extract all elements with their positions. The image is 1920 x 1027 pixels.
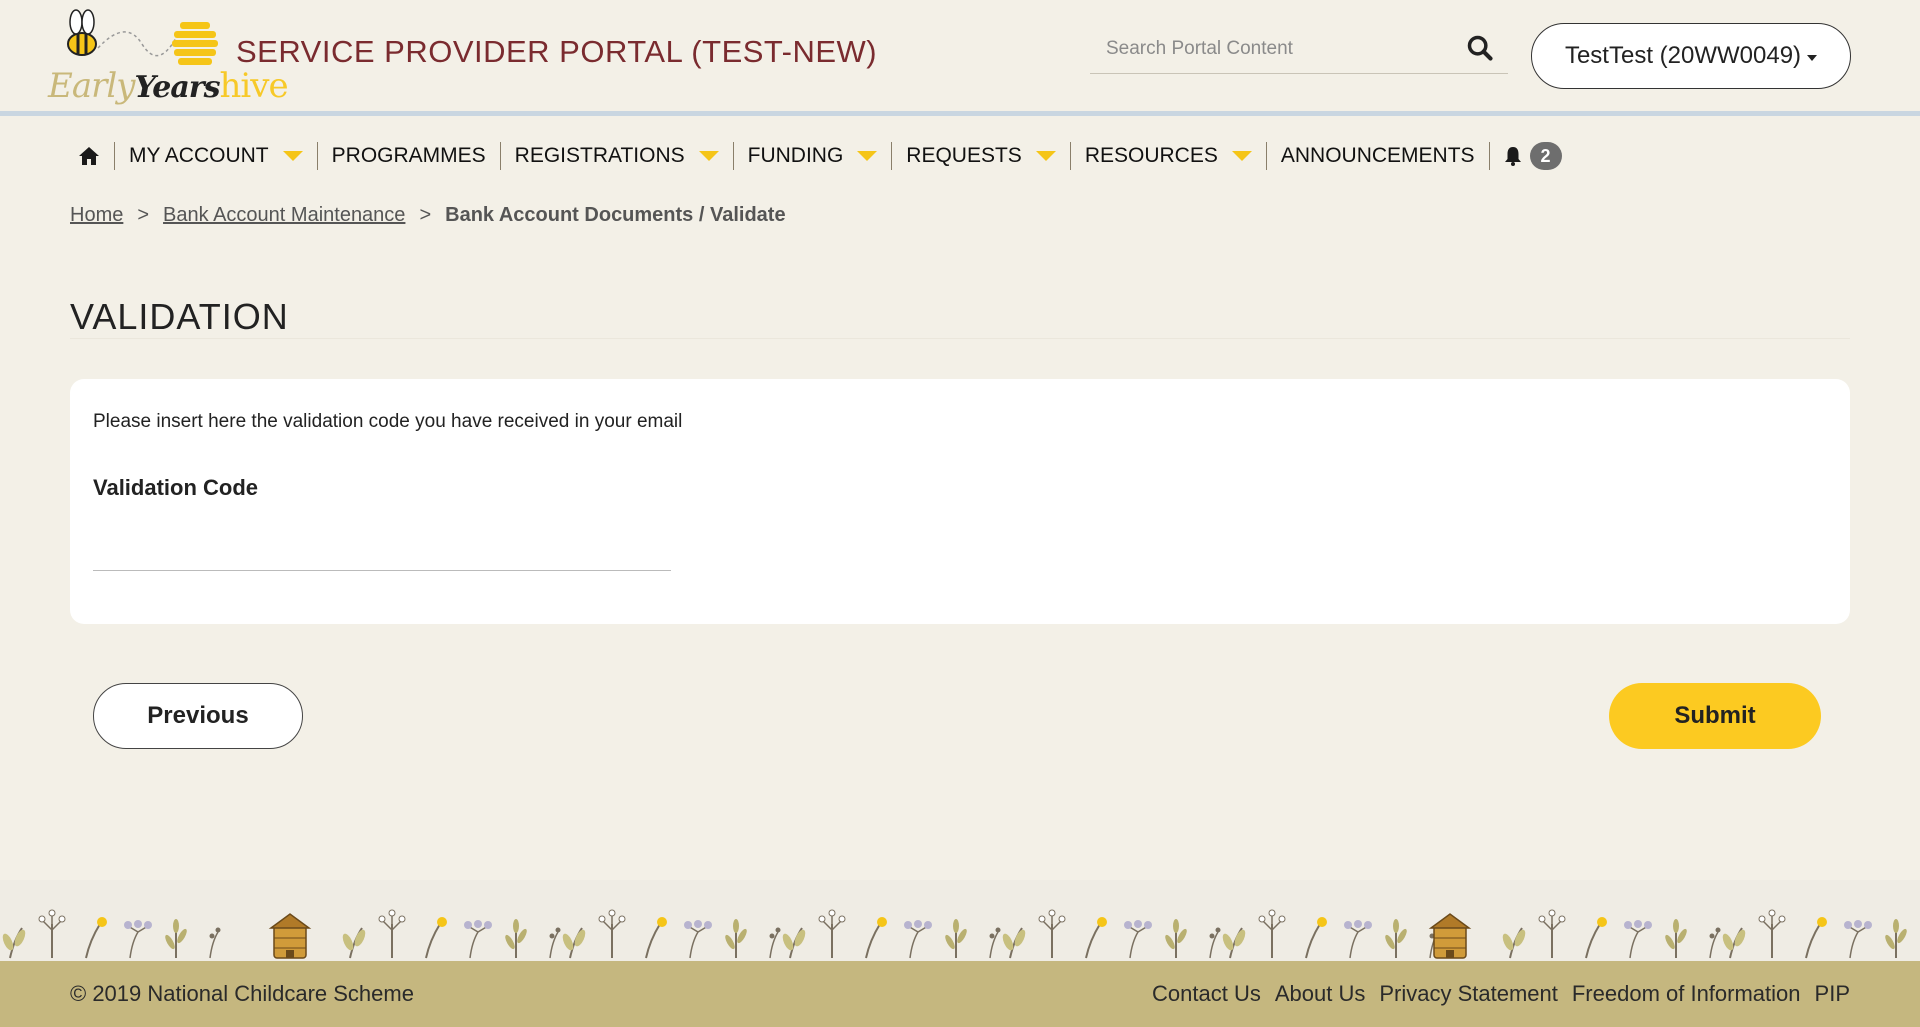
nav-funding[interactable]: FUNDING xyxy=(734,142,893,170)
bee-hive-icon xyxy=(67,9,218,65)
nav-label: MY ACCOUNT xyxy=(129,144,269,167)
dropdown-arrow-icon xyxy=(282,151,303,161)
logo-hive: hive xyxy=(219,66,288,106)
nav-programmes[interactable]: PROGRAMMES xyxy=(318,142,501,170)
validation-code-input[interactable] xyxy=(93,521,671,571)
title-divider xyxy=(70,338,1850,339)
footer-links: Contact Us About Us Privacy Statement Fr… xyxy=(1152,981,1850,1007)
nav-label: REQUESTS xyxy=(906,144,1022,167)
caret-down-icon xyxy=(1807,55,1818,61)
bell-icon xyxy=(1504,147,1521,166)
notification-count-badge: 2 xyxy=(1529,142,1562,170)
floral-border-icon xyxy=(0,909,1920,959)
early-years-hive-logo[interactable]: EarlyYearshive xyxy=(46,8,289,106)
nav-label: PROGRAMMES xyxy=(331,144,486,167)
nav-resources[interactable]: RESOURCES xyxy=(1071,142,1267,170)
breadcrumb: Home > Bank Account Maintenance > Bank A… xyxy=(70,204,786,227)
account-dropdown-button[interactable]: TestTest (20WW0049) xyxy=(1531,23,1851,89)
breadcrumb-home-link[interactable]: Home xyxy=(70,204,123,227)
previous-button[interactable]: Previous xyxy=(93,683,303,749)
home-icon xyxy=(79,147,99,165)
dropdown-arrow-icon xyxy=(698,151,719,161)
footer-link-privacy-statement[interactable]: Privacy Statement xyxy=(1379,981,1558,1007)
search-icon[interactable] xyxy=(1466,34,1494,62)
nav-home[interactable] xyxy=(74,142,115,170)
footer-link-about-us[interactable]: About Us xyxy=(1275,981,1366,1007)
footer-link-pip[interactable]: PIP xyxy=(1815,981,1850,1007)
search-input[interactable] xyxy=(1090,28,1450,70)
validation-card: Please insert here the validation code y… xyxy=(70,379,1850,624)
nav-announcements[interactable]: ANNOUNCEMENTS xyxy=(1267,142,1490,170)
logo-years: Years xyxy=(134,70,220,105)
dropdown-arrow-icon xyxy=(1231,151,1252,161)
account-label: TestTest (20WW0049) xyxy=(1564,42,1802,69)
footer-link-freedom-of-information[interactable]: Freedom of Information xyxy=(1572,981,1801,1007)
nav-label: REGISTRATIONS xyxy=(514,144,685,167)
validation-instruction: Please insert here the validation code y… xyxy=(93,411,683,432)
site-header: EarlyYearshive SERVICE PROVIDER PORTAL (… xyxy=(0,0,1920,114)
breadcrumb-current: Bank Account Documents / Validate xyxy=(445,204,786,226)
main-nav: MY ACCOUNT PROGRAMMES REGISTRATIONS FUND… xyxy=(74,138,1562,174)
validation-code-label: Validation Code xyxy=(93,475,259,500)
portal-title: SERVICE PROVIDER PORTAL (TEST-NEW) xyxy=(236,34,878,69)
copyright-text: © 2019 National Childcare Scheme xyxy=(70,981,414,1006)
footer-bar: © 2019 National Childcare Scheme Contact… xyxy=(0,961,1920,1027)
breadcrumb-separator: > xyxy=(419,204,432,226)
nav-label: ANNOUNCEMENTS xyxy=(1280,144,1475,167)
nav-registrations[interactable]: REGISTRATIONS xyxy=(501,142,734,170)
breadcrumb-bank-account-link[interactable]: Bank Account Maintenance xyxy=(163,204,405,227)
header-divider xyxy=(0,111,1920,116)
nav-my-account[interactable]: MY ACCOUNT xyxy=(115,142,318,170)
breadcrumb-separator: > xyxy=(137,204,150,226)
nav-label: RESOURCES xyxy=(1084,144,1218,167)
submit-button[interactable]: Submit xyxy=(1609,683,1821,749)
footer-floral-decoration xyxy=(0,880,1920,962)
search-bar xyxy=(1090,28,1508,74)
page-title: VALIDATION xyxy=(70,296,289,337)
notifications-button[interactable]: 2 xyxy=(1490,142,1562,170)
dropdown-arrow-icon xyxy=(857,151,878,161)
dropdown-arrow-icon xyxy=(1035,151,1056,161)
nav-requests[interactable]: REQUESTS xyxy=(892,142,1071,170)
logo-wordmark: EarlyYearshive xyxy=(48,66,289,106)
nav-label: FUNDING xyxy=(747,144,844,167)
footer-link-contact-us[interactable]: Contact Us xyxy=(1152,981,1261,1007)
logo-early: Early xyxy=(48,66,135,106)
